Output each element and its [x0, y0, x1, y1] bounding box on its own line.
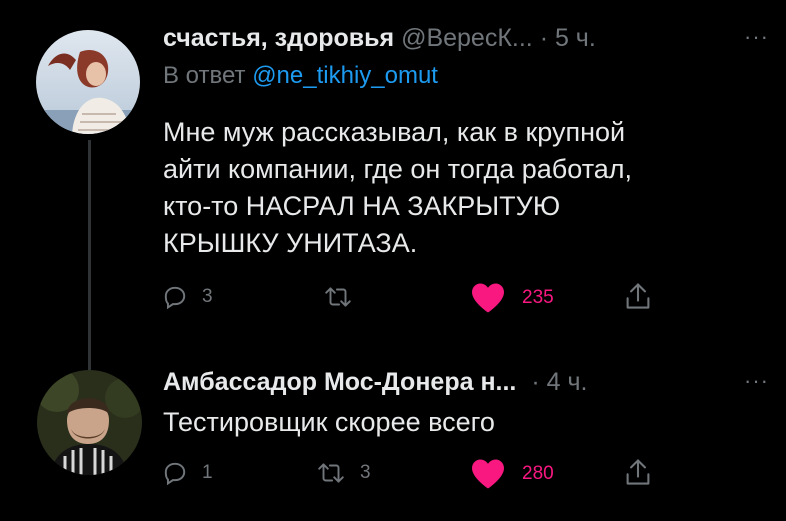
like-count: 235 — [522, 287, 554, 308]
tweet-header: Амбассадор Мос-Донера н... · 4 ч. — [163, 368, 587, 397]
like-count: 280 — [522, 463, 554, 484]
like-button[interactable]: 235 — [470, 282, 554, 314]
reply-count: 1 — [202, 462, 213, 483]
display-name[interactable]: счастья, здоровья — [163, 24, 394, 52]
like-button[interactable]: 280 — [470, 458, 554, 490]
display-name[interactable]: Амбассадор Мос-Донера н... — [163, 368, 516, 396]
thread-line — [88, 140, 91, 375]
text-line: Тестировщик скорее всего — [163, 407, 495, 437]
tweet-1[interactable]: счастья, здоровья @ВересК... · 5 ч. ··· … — [0, 0, 786, 375]
reply-button[interactable]: 1 — [162, 460, 213, 486]
tweet-text: Тестировщик скорее всего — [163, 404, 495, 441]
share-button[interactable] — [624, 457, 652, 487]
user-handle[interactable]: @ВересК... — [401, 24, 533, 52]
heart-icon — [472, 459, 504, 489]
reply-icon — [164, 462, 186, 486]
text-line: Мне муж рассказывал, как в крупной — [163, 117, 626, 147]
reply-to-handle[interactable]: @ne_tikhiy_omut — [252, 62, 438, 89]
retweet-button[interactable]: 3 — [316, 460, 371, 486]
share-icon — [626, 283, 650, 309]
heart-icon — [472, 283, 504, 313]
more-icon[interactable]: ··· — [744, 368, 769, 394]
text-line: КРЫШКУ УНИТАЗА. — [163, 228, 418, 258]
avatar-image — [36, 30, 140, 134]
reply-prefix: В ответ — [163, 62, 246, 89]
reply-button[interactable]: 3 — [162, 284, 213, 310]
tweet-text: Мне муж рассказывал, как в крупной айти … — [163, 114, 632, 262]
retweet-count: 3 — [360, 462, 371, 483]
retweet-icon — [325, 287, 351, 307]
more-icon[interactable]: ··· — [744, 24, 769, 50]
retweet-button[interactable] — [323, 284, 367, 310]
text-line: айти компании, где он тогда работал, — [163, 154, 633, 184]
reply-icon — [164, 286, 186, 310]
reply-context: В ответ @ne_tikhiy_omut — [163, 62, 438, 90]
reply-count: 3 — [202, 286, 213, 307]
avatar[interactable] — [37, 370, 142, 475]
retweet-icon — [318, 463, 344, 483]
avatar[interactable] — [36, 30, 140, 134]
tweet-2[interactable]: Амбассадор Мос-Донера н... · 4 ч. ··· Те… — [0, 360, 786, 521]
share-button[interactable] — [624, 281, 652, 311]
share-icon — [626, 459, 650, 485]
timestamp[interactable]: · 4 ч. — [531, 368, 587, 396]
text-line: кто-то НАСРАЛ НА ЗАКРЫТУЮ — [163, 191, 561, 221]
timestamp[interactable]: · 5 ч. — [540, 24, 596, 52]
tweet-header: счастья, здоровья @ВересК... · 5 ч. — [163, 24, 596, 53]
avatar-image — [37, 370, 142, 475]
